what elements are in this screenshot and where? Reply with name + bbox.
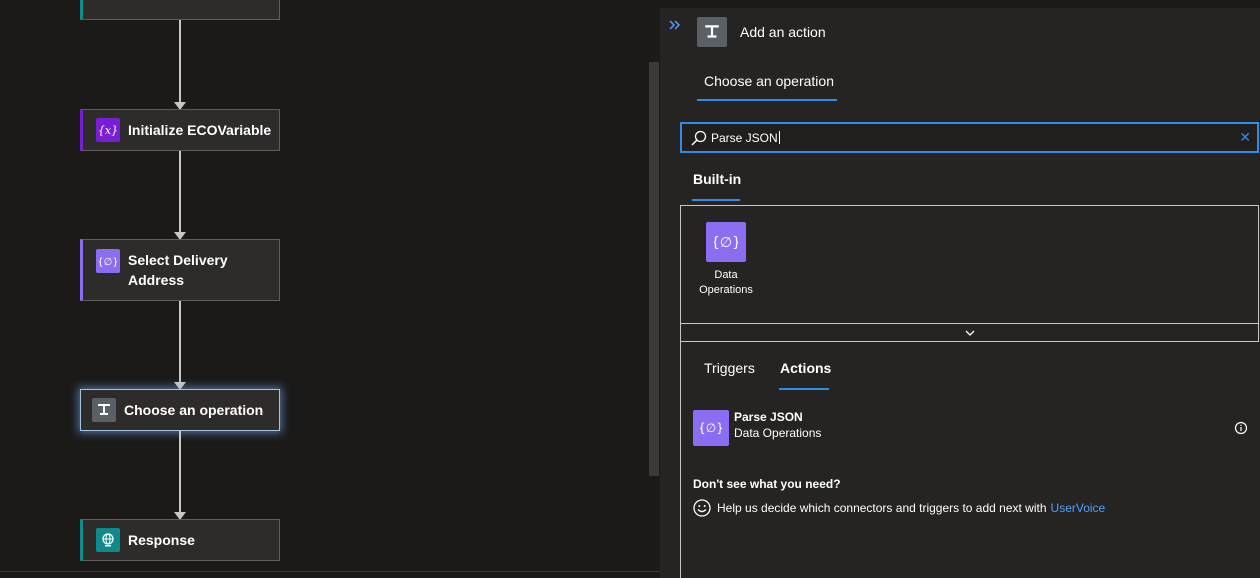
variable-icon: {x}	[96, 118, 120, 142]
help-text: Help us decide which connectors and trig…	[717, 501, 1047, 515]
connector-data-operations[interactable]: {∅} Data Operations	[691, 222, 761, 298]
svg-text:{∅}: {∅}	[700, 421, 722, 435]
collapse-panel-icon[interactable]	[668, 18, 682, 35]
response-icon	[96, 528, 120, 552]
panel-title: Add an action	[740, 24, 826, 40]
connector-arrow	[174, 301, 186, 390]
tab-underline	[779, 388, 829, 390]
canvas-divider	[0, 571, 660, 572]
connector-arrow	[174, 151, 186, 240]
card-label: Initialize ECOVariable	[128, 122, 272, 138]
connector-arrow	[174, 20, 186, 110]
action-connector: Data Operations	[734, 426, 822, 440]
response-card[interactable]: Response	[80, 519, 280, 561]
help-row: Help us decide which connectors and trig…	[693, 499, 1105, 517]
search-icon	[690, 129, 708, 147]
previous-step-card[interactable]	[80, 0, 280, 20]
chevron-down-icon	[964, 324, 976, 342]
tab-choose-operation[interactable]: Choose an operation	[704, 73, 834, 89]
tab-underline	[697, 99, 837, 101]
action-name: Parse JSON	[734, 410, 803, 424]
operation-icon	[92, 398, 116, 422]
help-question: Don't see what you need?	[693, 477, 841, 491]
action-parse-json[interactable]: {∅} Parse JSON Data Operations	[693, 408, 1253, 446]
choose-operation-card[interactable]: Choose an operation	[80, 389, 280, 431]
search-value: Parse JSON	[711, 131, 780, 145]
data-operations-icon: {∅}	[96, 249, 120, 273]
card-label: Select Delivery Address	[128, 252, 228, 288]
data-operations-icon: {∅}	[693, 410, 729, 446]
connector-label: Data Operations	[699, 269, 753, 296]
card-label: Choose an operation	[124, 402, 264, 418]
uservoice-link[interactable]: UserVoice	[1051, 501, 1106, 515]
tab-triggers[interactable]: Triggers	[704, 360, 755, 376]
canvas-scrollbar[interactable]	[649, 62, 659, 476]
tab-built-in[interactable]: Built-in	[693, 171, 741, 187]
add-action-panel: Add an action Choose an operation Parse …	[660, 8, 1260, 578]
expand-connectors-button[interactable]	[680, 324, 1259, 342]
connector-arrow	[174, 431, 186, 520]
svg-text:{∅}: {∅}	[714, 235, 738, 251]
smile-icon	[693, 499, 711, 517]
tab-underline	[692, 199, 740, 201]
search-input[interactable]: Parse JSON ✕	[680, 122, 1259, 153]
operation-icon	[697, 17, 727, 47]
select-delivery-address-card[interactable]: {∅} Select Delivery Address	[80, 239, 280, 301]
connector-list: {∅} Data Operations	[680, 205, 1259, 324]
card-label: Response	[128, 532, 195, 548]
tab-actions[interactable]: Actions	[780, 360, 831, 376]
clear-search-icon[interactable]: ✕	[1239, 129, 1251, 146]
designer-canvas: {x} Initialize ECOVariable {∅} Select De…	[0, 0, 660, 578]
svg-text:{∅}: {∅}	[99, 257, 117, 268]
info-icon[interactable]	[1234, 421, 1248, 435]
results-section: Triggers Actions {∅} Parse JSON Data Ope…	[680, 342, 1259, 578]
data-operations-icon: {∅}	[706, 222, 746, 262]
initialize-variable-card[interactable]: {x} Initialize ECOVariable	[80, 109, 280, 151]
svg-text:{x}: {x}	[99, 124, 117, 137]
